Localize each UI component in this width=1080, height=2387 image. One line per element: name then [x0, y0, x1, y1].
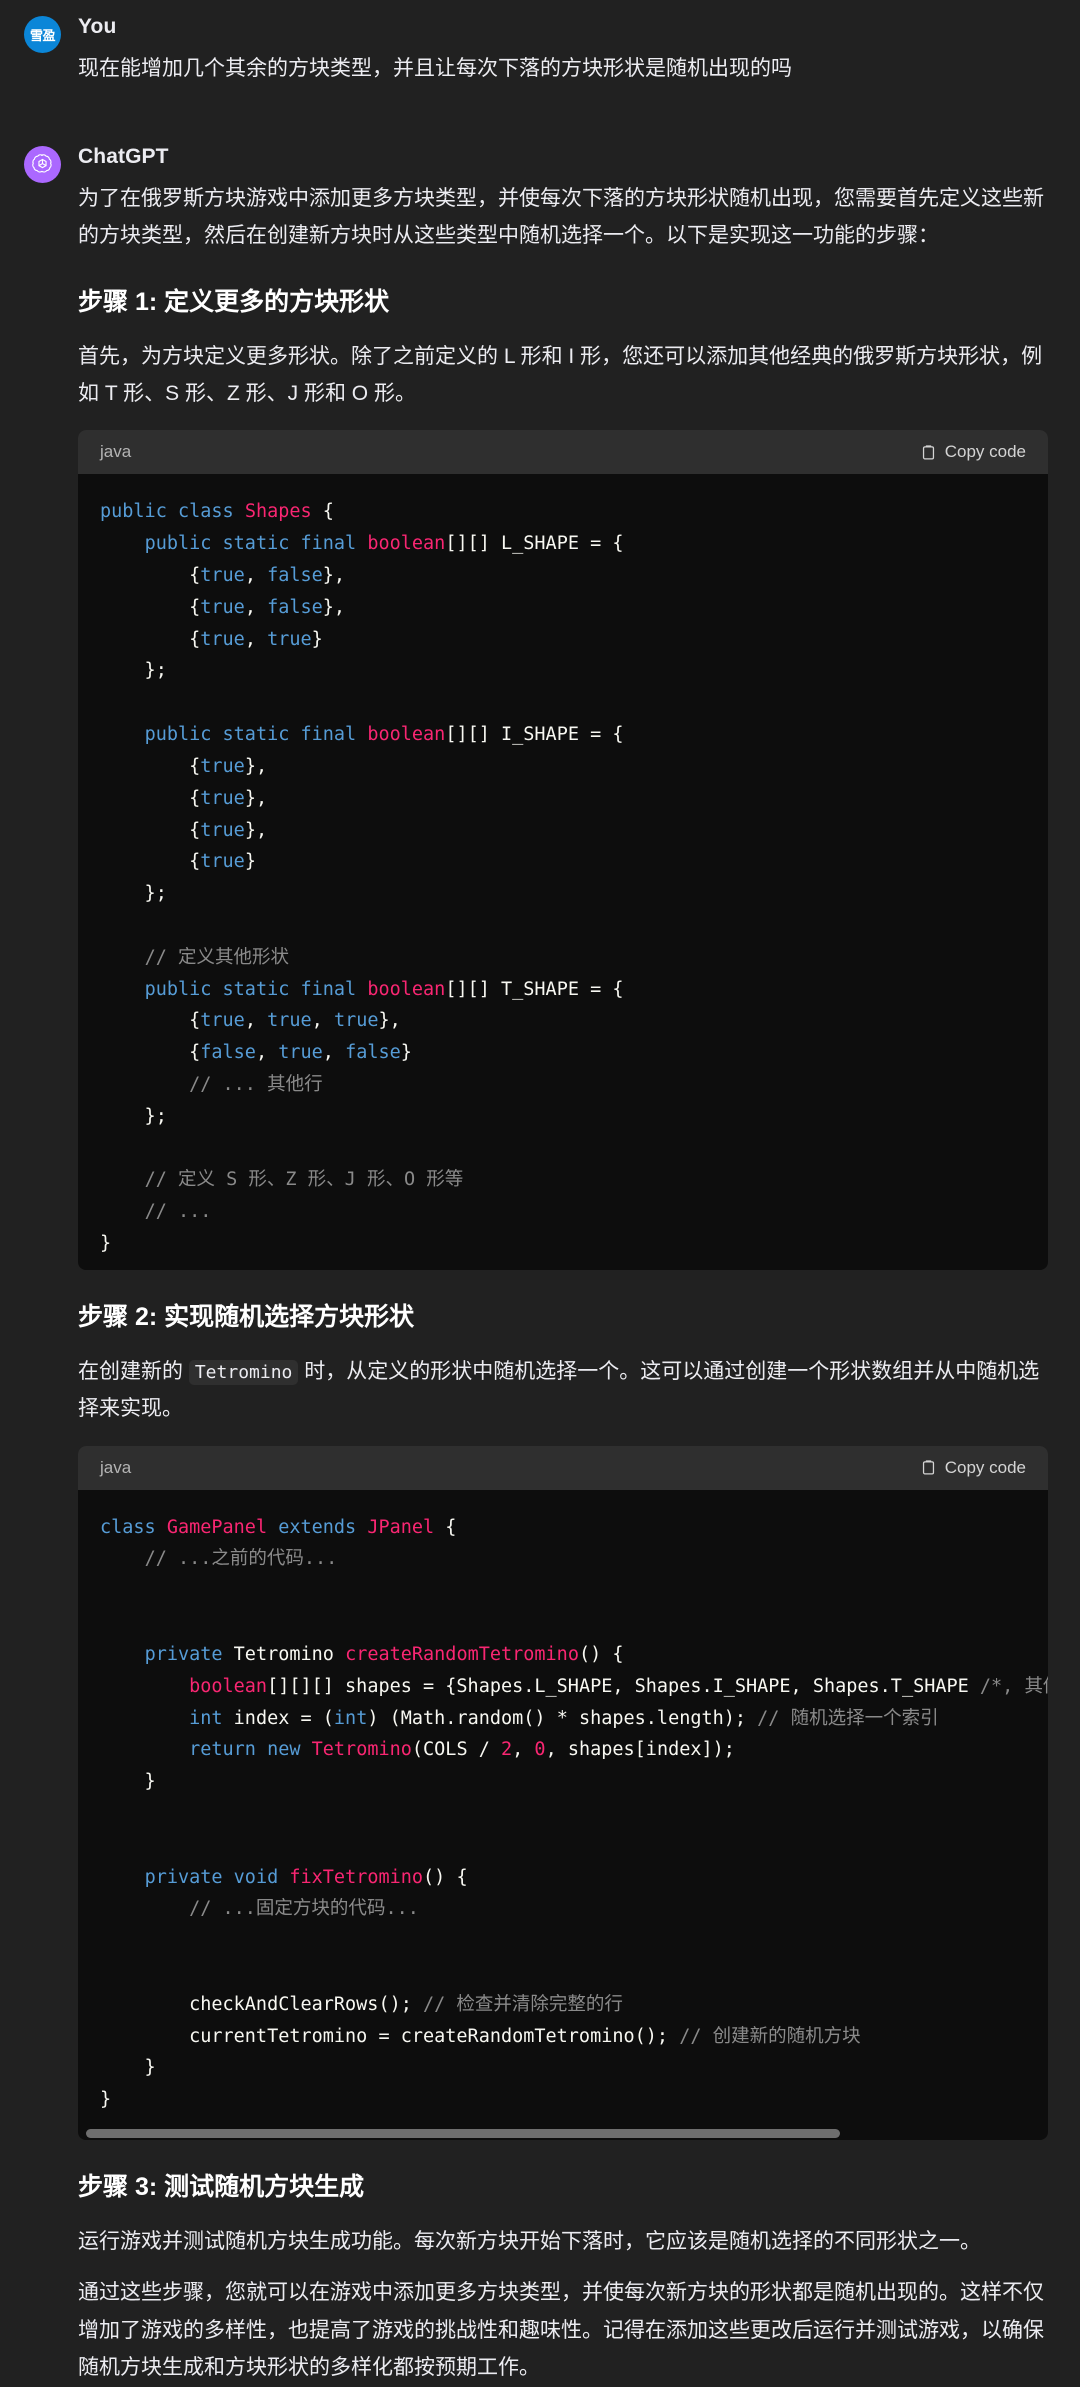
code-content[interactable]: class GamePanel extends JPanel { // ...之…	[78, 1512, 1048, 2116]
code-line: ​	[100, 1575, 1026, 1607]
avatar-column: 雪盈	[24, 12, 78, 88]
code-line: }	[100, 1233, 112, 1255]
code-line: };	[100, 1105, 167, 1127]
inline-code-tetromino: Tetromino	[188, 1359, 299, 1385]
code-line: ​	[100, 1957, 1026, 1989]
code-line: // 定义其他形状	[144, 946, 289, 968]
clipboard-icon	[920, 1459, 937, 1476]
copy-code-button[interactable]: Copy code	[920, 442, 1026, 462]
code-line: public static final boolean[][] I_SHAPE …	[144, 724, 624, 746]
message-author: ChatGPT	[78, 144, 169, 168]
step-2-text-pre: 在创建新的	[78, 1359, 189, 1383]
code-line: public static final boolean[][] L_SHAPE …	[144, 533, 624, 555]
step-1-paragraph: 首先，为方块定义更多形状。除了之前定义的 L 形和 I 形，您还可以添加其他经典…	[78, 344, 1043, 405]
assistant-intro-paragraph: 为了在俄罗斯方块游戏中添加更多方块类型，并使每次下落的方块形状随机出现，您需要首…	[78, 186, 1044, 248]
message-assistant: ChatGPT 为了在俄罗斯方块游戏中添加更多方块类型，并使每次下落的方块形状随…	[0, 128, 1080, 2387]
code-line: ​	[100, 1925, 1026, 1957]
code-language-label: java	[100, 442, 132, 462]
user-avatar-label: 雪盈	[29, 28, 56, 43]
scrollbar-track[interactable]	[86, 2128, 1040, 2138]
clipboard-icon	[920, 444, 937, 461]
code-line: }	[100, 2089, 112, 2111]
code-language-label: java	[100, 1457, 132, 1477]
code-line: ​	[100, 910, 1026, 942]
code-line: };	[100, 660, 167, 682]
code-line: // ... 其他行	[189, 1074, 323, 1095]
copy-code-label: Copy code	[944, 1457, 1026, 1477]
code-line: currentTetromino = createRandomTetromino…	[100, 2025, 861, 2047]
code-line: {true, false},	[100, 596, 346, 618]
code-block-body: public class Shapes { public static fina…	[78, 474, 1048, 1270]
code-line: private Tetromino createRandomTetromino(…	[144, 1643, 624, 1665]
code-block-body: class GamePanel extends JPanel { // ...之…	[78, 1490, 1048, 2126]
message-author: You	[78, 15, 117, 38]
code-line: // ...	[144, 1201, 212, 1223]
code-line: ​	[100, 1133, 1026, 1165]
step-2-heading: 步骤 2: 实现随机选择方块形状	[78, 1302, 415, 1331]
message-body: You 现在能增加几个其余的方块类型，并且让每次下落的方块形状是随机出现的吗	[78, 12, 1056, 88]
code-line: // ...固定方块的代码...	[189, 1898, 419, 1920]
code-line: };	[100, 883, 167, 905]
code-line: {true},	[100, 787, 268, 809]
code-line: {true, true}	[100, 628, 323, 650]
copy-code-label: Copy code	[944, 442, 1026, 462]
step-2-paragraph: 在创建新的 Tetromino 时，从定义的形状中随机选择一个。这可以通过创建一…	[78, 1353, 1048, 1428]
code-line: class GamePanel extends JPanel {	[100, 1516, 457, 1538]
user-message-text: 现在能增加几个其余的方块类型，并且让每次下落的方块形状是随机出现的吗	[78, 57, 792, 81]
code-block-header: java Copy code	[78, 1445, 1048, 1490]
code-line: // 定义 S 形、Z 形、J 形、O 形等	[144, 1169, 464, 1191]
code-line: boolean[][][] shapes = {Shapes.L_SHAPE, …	[189, 1675, 1048, 1697]
user-avatar-icon: 雪盈	[24, 16, 61, 53]
step-3-paragraph: 运行游戏并测试随机方块生成功能。每次新方块开始下落时，它应该是随机选择的不同形状…	[78, 2230, 981, 2254]
code-line: int index = (int) (Math.random() * shape…	[189, 1707, 939, 1729]
code-line: private void fixTetromino() {	[144, 1866, 468, 1888]
code-content[interactable]: public class Shapes { public static fina…	[78, 496, 1048, 1260]
step-3-heading: 步骤 3: 测试随机方块生成	[78, 2173, 365, 2202]
code-line: {true, true, true},	[100, 1010, 401, 1032]
code-line: checkAndClearRows(); // 检查并清除完整的行	[100, 1993, 623, 2015]
code-line: ​	[100, 1830, 1026, 1862]
code-line: public static final boolean[][] T_SHAPE …	[144, 978, 624, 1000]
copy-code-button[interactable]: Copy code	[920, 1458, 1026, 1478]
step-1-heading: 步骤 1: 定义更多的方块形状	[78, 287, 390, 316]
code-line: }	[100, 1771, 156, 1793]
code-line: return new Tetromino(COLS / 2, 0, shapes…	[189, 1739, 735, 1761]
code-line: }	[100, 2057, 156, 2079]
message-user: 雪盈 You 现在能增加几个其余的方块类型，并且让每次下落的方块形状是随机出现的…	[0, 0, 1080, 88]
code-line: {true},	[100, 819, 268, 841]
code-block-header: java Copy code	[78, 430, 1048, 475]
code-line: public class Shapes {	[100, 501, 334, 523]
code-line: ​	[100, 1798, 1026, 1830]
code-line: {true},	[100, 755, 268, 777]
scrollbar-thumb[interactable]	[86, 2128, 840, 2138]
code-line: ​	[100, 687, 1026, 719]
code-block-shapes: java Copy code public class Shapes { pub…	[78, 430, 1048, 1270]
code-line: {true, false},	[100, 565, 346, 586]
chat-page: 雪盈 You 现在能增加几个其余的方块类型，并且让每次下落的方块形状是随机出现的…	[0, 0, 1080, 2387]
message-body: ChatGPT 为了在俄罗斯方块游戏中添加更多方块类型，并使每次下落的方块形状随…	[78, 142, 1056, 2387]
code-block-gamepanel: java Copy code class GamePanel extends J…	[78, 1445, 1048, 2141]
code-horizontal-scrollbar[interactable]	[78, 2126, 1048, 2140]
code-line: // ...之前的代码...	[144, 1548, 338, 1570]
code-line: {false, true, false}	[100, 1042, 412, 1064]
code-line: ​	[100, 1607, 1026, 1639]
openai-logo-icon	[24, 145, 61, 183]
code-line: {true}	[100, 851, 256, 873]
avatar-column	[24, 142, 78, 2387]
